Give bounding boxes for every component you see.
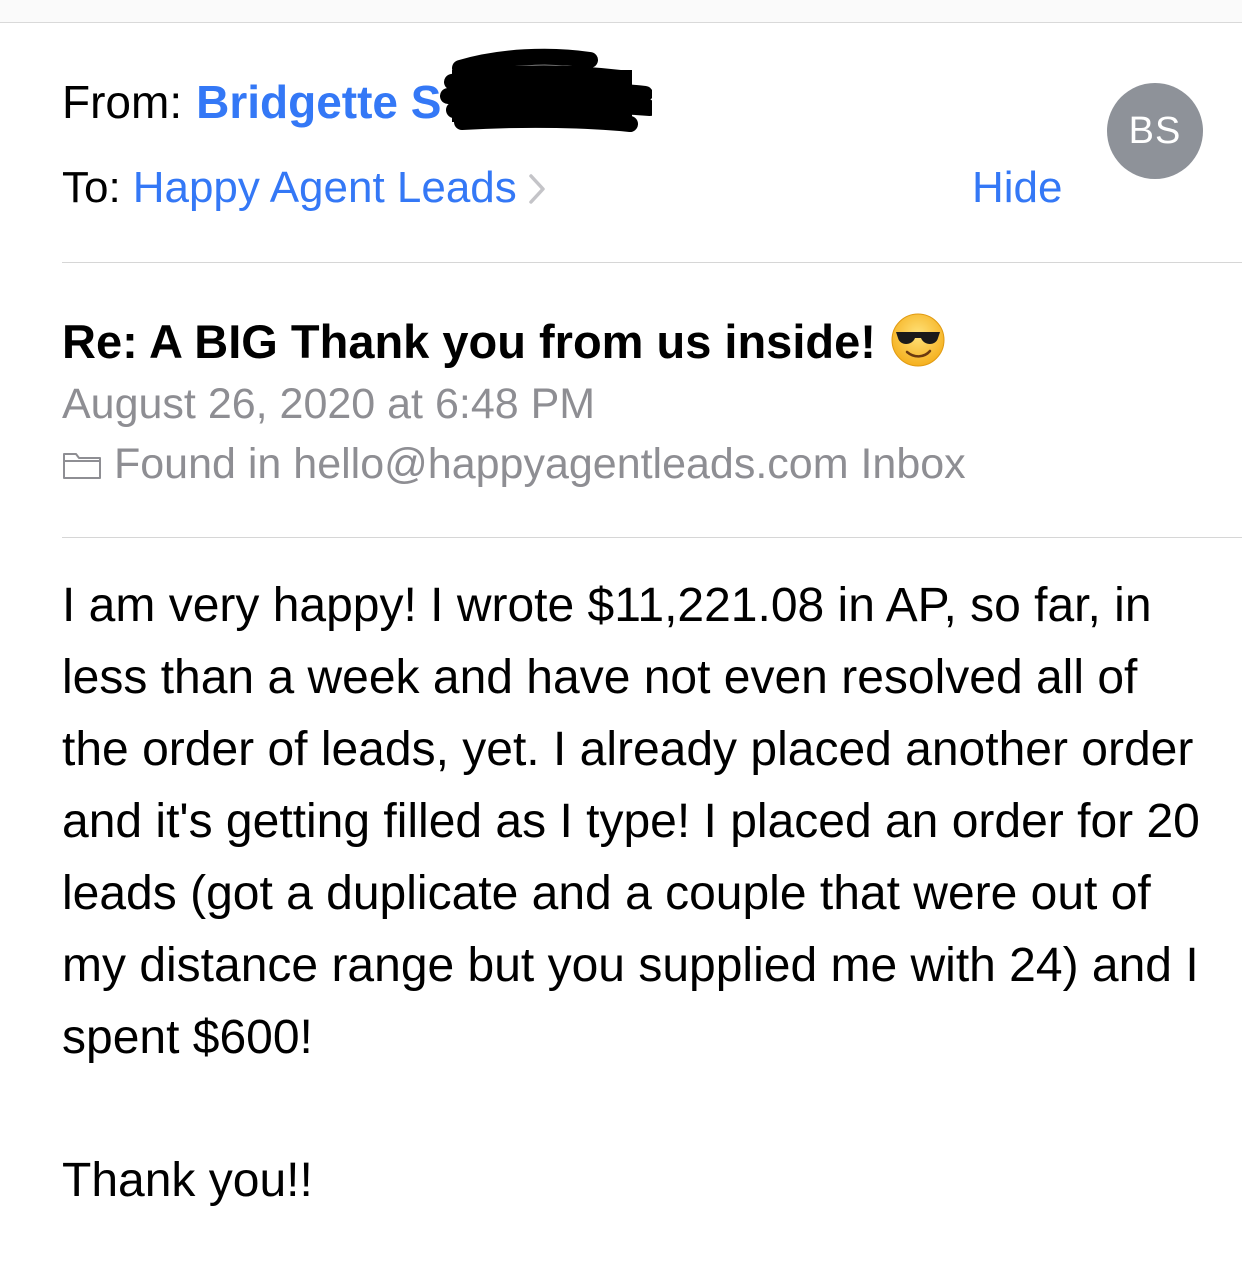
message-body: I am very happy! I wrote $11,221.08 in A…	[62, 570, 1212, 1074]
found-in-text: Found in hello@happyagentleads.com Inbox	[114, 440, 966, 488]
message-subject: Re: A BIG Thank you from us inside!	[62, 310, 946, 374]
to-row: To: Happy Agent Leads	[62, 158, 547, 218]
subject-divider	[62, 537, 1242, 538]
message-date: August 26, 2020 at 6:48 PM	[62, 380, 596, 428]
redaction-scribble	[440, 48, 652, 132]
header-divider	[62, 262, 1242, 263]
message-signoff: Thank you!!	[62, 1154, 313, 1207]
sunglasses-face-icon	[891, 313, 945, 367]
chevron-right-icon[interactable]	[527, 173, 547, 205]
from-label: From:	[62, 76, 183, 128]
from-row: From: Bridgette S	[62, 70, 441, 134]
to-label: To:	[62, 163, 121, 212]
sender-name-link[interactable]: Bridgette S	[196, 76, 441, 128]
folder-icon	[63, 453, 101, 479]
recipient-link[interactable]: Happy Agent Leads	[133, 163, 517, 212]
top-bar	[0, 0, 1242, 23]
body-paragraph: I am very happy! I wrote $11,221.08 in A…	[62, 579, 1200, 1064]
subject-text: Re: A BIG Thank you from us inside!	[62, 315, 876, 368]
found-in-row: Found in hello@happyagentleads.com Inbox	[62, 436, 966, 492]
hide-button[interactable]: Hide	[972, 158, 1063, 218]
sender-avatar[interactable]: BS	[1107, 83, 1203, 179]
